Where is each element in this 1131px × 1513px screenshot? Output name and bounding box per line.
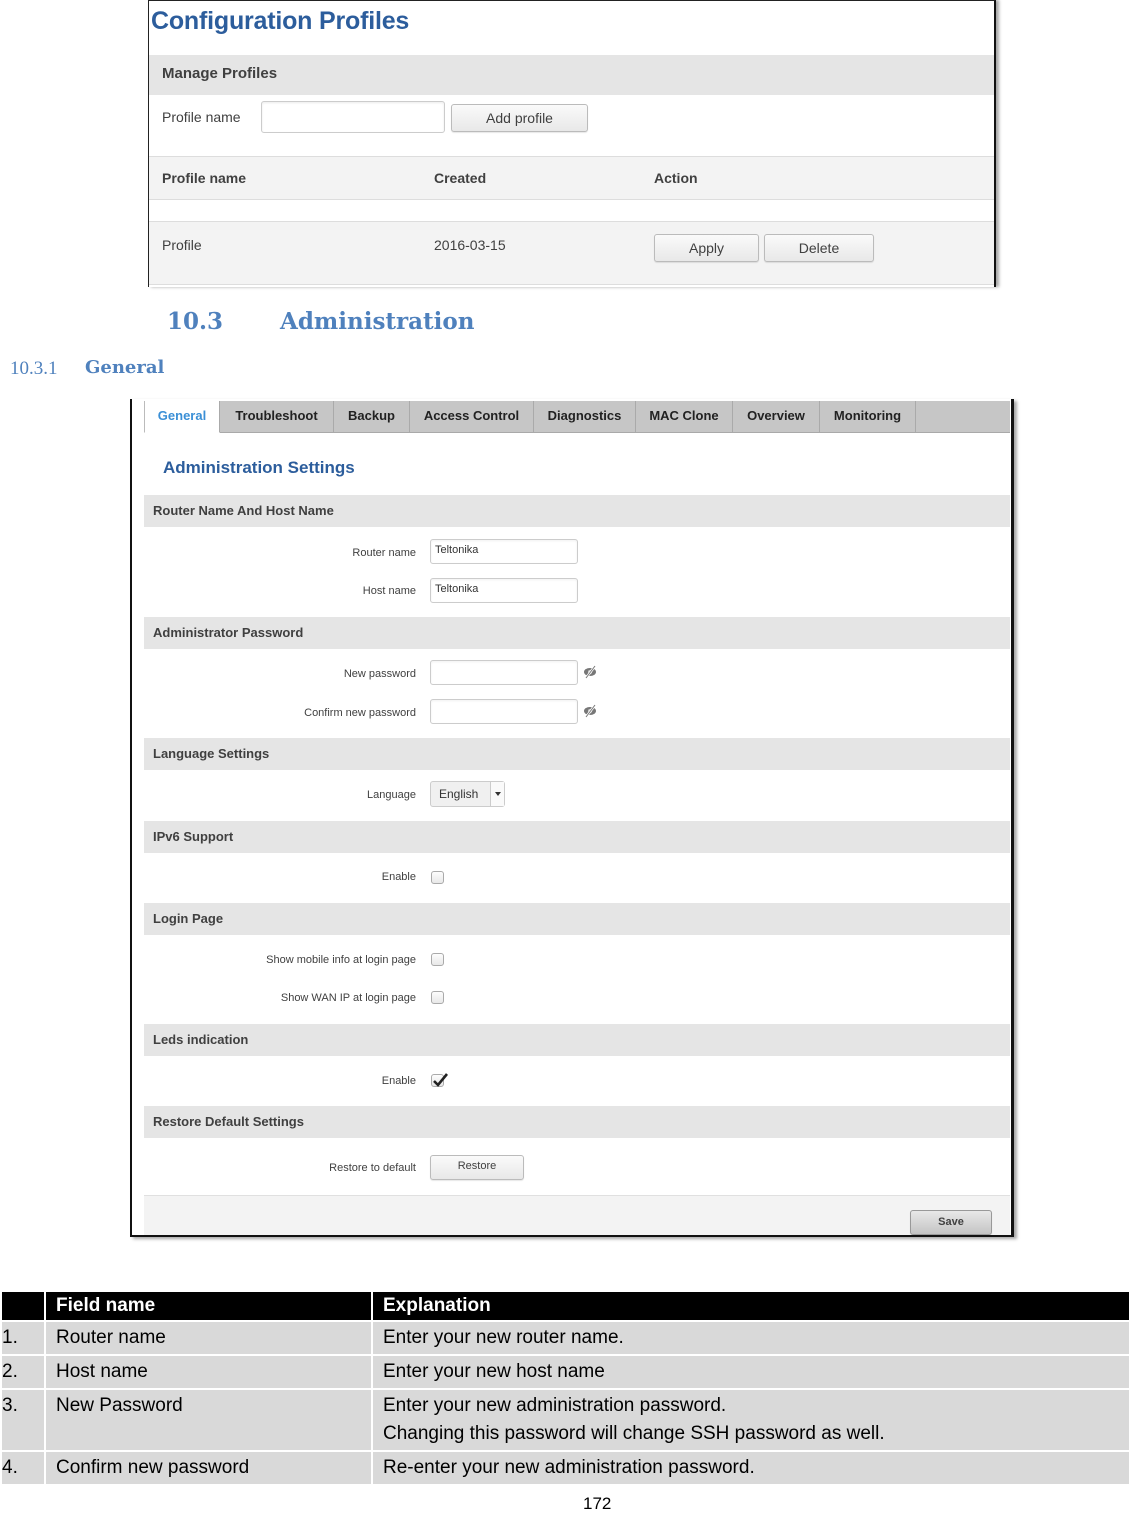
tab-diagnostics[interactable]: Diagnostics	[534, 401, 636, 432]
admin-tabs: General Troubleshoot Backup Access Contr…	[144, 401, 1010, 433]
show-wan-ip-checkbox[interactable]	[431, 991, 444, 1004]
language-label: Language	[367, 789, 416, 801]
row-field-name: Host name	[46, 1356, 371, 1388]
save-button[interactable]: Save	[910, 1210, 992, 1235]
add-profile-button[interactable]: Add profile	[451, 104, 588, 132]
new-password-input[interactable]	[430, 660, 578, 685]
language-selected-value: English	[439, 787, 479, 801]
router-host-section-header: Router Name And Host Name	[144, 495, 1010, 527]
admin-settings-title: Administration Settings	[163, 458, 355, 477]
admin-password-section-header: Administrator Password	[144, 617, 1010, 649]
profile-name-input[interactable]	[261, 101, 445, 133]
leds-section-header: Leds indication	[144, 1024, 1010, 1056]
profile-created-cell: 2016-03-15	[434, 237, 506, 253]
router-name-label: Router name	[352, 547, 416, 559]
subsection-number: 10.3.1	[10, 358, 58, 379]
col-action: Action	[654, 170, 698, 186]
host-name-input[interactable]: Teltonika	[430, 578, 578, 603]
row-explanation-line: Enter your new administration password.	[383, 1395, 727, 1416]
chevron-down-icon	[490, 782, 504, 806]
new-password-label: New password	[343, 668, 416, 680]
show-mobile-info-label: Show mobile info at login page	[266, 954, 416, 966]
row-explanation: Enter your new host name	[373, 1356, 1129, 1388]
tab-general[interactable]: General	[144, 401, 220, 433]
table-row: Profile 2016-03-15 Apply Delete	[149, 221, 994, 285]
row-field-name: Confirm new password	[46, 1452, 371, 1484]
tab-access-control[interactable]: Access Control	[410, 401, 534, 432]
tab-overview[interactable]: Overview	[733, 401, 820, 432]
restore-default-label: Restore to default	[329, 1162, 416, 1174]
table-row: 3. New Password Enter your new administr…	[2, 1390, 1129, 1450]
col-created: Created	[434, 170, 487, 186]
col-field-name: Field name	[46, 1292, 371, 1320]
tab-mac-clone[interactable]: MAC Clone	[636, 401, 733, 432]
row-number: 2.	[2, 1356, 44, 1388]
profile-name-label: Profile name	[162, 109, 241, 125]
section-title: Administration	[280, 308, 475, 335]
tab-troubleshoot[interactable]: Troubleshoot	[220, 401, 334, 432]
row-explanation: Enter your new administration password. …	[373, 1390, 1129, 1450]
row-number: 4.	[2, 1452, 44, 1484]
ipv6-enable-checkbox[interactable]	[431, 871, 444, 884]
form-footer: Save	[144, 1195, 1010, 1235]
tab-monitoring[interactable]: Monitoring	[820, 401, 916, 432]
row-field-name: New Password	[46, 1390, 371, 1450]
profile-name-cell: Profile	[162, 237, 202, 253]
checkmark-icon	[433, 1073, 449, 1087]
confirm-password-label: Confirm new password	[304, 707, 416, 719]
apply-button[interactable]: Apply	[654, 234, 759, 262]
tab-backup[interactable]: Backup	[334, 401, 410, 432]
row-explanation: Re-enter your new administration passwor…	[373, 1452, 1129, 1484]
show-wan-ip-label: Show WAN IP at login page	[280, 992, 416, 1004]
table-header-row: Field name Explanation	[2, 1292, 1129, 1320]
ipv6-enable-label: Enable	[381, 871, 416, 883]
page-number: 172	[583, 1494, 612, 1513]
administration-screenshot: General Troubleshoot Backup Access Contr…	[130, 399, 1014, 1237]
login-page-section-header: Login Page	[144, 903, 1010, 935]
router-name-input[interactable]: Teltonika	[430, 539, 578, 564]
table-row: 2. Host name Enter your new host name	[2, 1356, 1129, 1388]
manage-profiles-header: Manage Profiles	[149, 55, 994, 95]
table-row: 1. Router name Enter your new router nam…	[2, 1322, 1129, 1354]
col-explanation: Explanation	[373, 1292, 1129, 1320]
configuration-profiles-screenshot: Configuration Profiles Manage Profiles P…	[148, 0, 996, 287]
restore-section-header: Restore Default Settings	[144, 1106, 1010, 1138]
host-name-label: Host name	[362, 585, 416, 597]
row-field-name: Router name	[46, 1322, 371, 1354]
config-profiles-title: Configuration Profiles	[151, 7, 410, 35]
section-number: 10.3	[167, 308, 224, 335]
col-profile-name: Profile name	[162, 170, 247, 186]
delete-button[interactable]: Delete	[764, 234, 874, 262]
eye-slash-icon[interactable]	[583, 665, 597, 679]
restore-button[interactable]: Restore	[430, 1155, 524, 1180]
table-row: 4. Confirm new password Re-enter your ne…	[2, 1452, 1129, 1484]
subsection-title: General	[85, 357, 165, 378]
language-select[interactable]: English	[430, 781, 505, 807]
show-mobile-info-checkbox[interactable]	[431, 953, 444, 966]
row-number: 3.	[2, 1390, 44, 1450]
field-explanation-table: Field name Explanation 1. Router name En…	[0, 1290, 1131, 1486]
row-explanation-line: Changing this password will change SSH p…	[383, 1423, 885, 1444]
row-number: 1.	[2, 1322, 44, 1354]
leds-enable-checkbox[interactable]	[431, 1073, 449, 1087]
row-explanation: Enter your new router name.	[373, 1322, 1129, 1354]
eye-slash-icon[interactable]	[583, 704, 597, 718]
col-number	[2, 1292, 44, 1320]
leds-enable-label: Enable	[381, 1075, 416, 1087]
language-section-header: Language Settings	[144, 738, 1010, 770]
ipv6-section-header: IPv6 Support	[144, 821, 1010, 853]
profiles-table-header: Profile name Created Action	[149, 156, 994, 200]
confirm-password-input[interactable]	[430, 699, 578, 724]
